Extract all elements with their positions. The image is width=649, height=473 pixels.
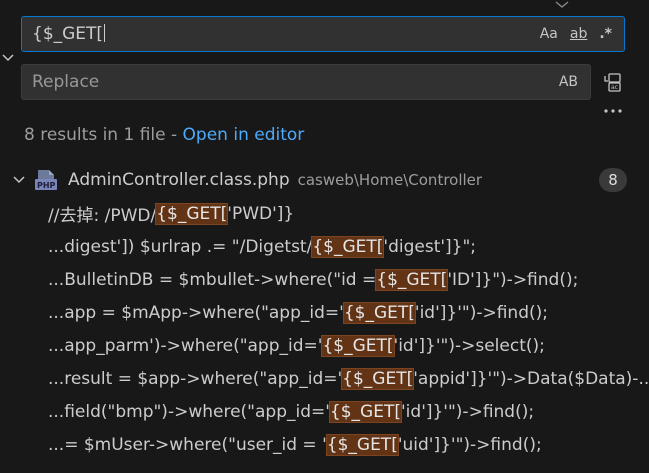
match-row[interactable]: ...result = $app->where("app_id=' {$_GET[…: [0, 362, 649, 395]
match-highlight: {$_GET[: [342, 301, 416, 324]
replace-all-button[interactable]: ac: [601, 70, 625, 94]
match-row[interactable]: ...= $mUser->where("user_id = ' {$_GET['u…: [0, 428, 649, 461]
match-context-after: 'PWD']}: [227, 203, 295, 224]
match-highlight: {$_GET[: [325, 433, 399, 456]
search-input-text[interactable]: {$_GET[: [22, 24, 540, 44]
match-count-badge: 8: [599, 168, 627, 192]
match-highlight: {$_GET[: [375, 268, 449, 291]
match-context-after: 'uid']}'")->find();: [397, 434, 542, 455]
match-context-before: ...= $mUser->where("user_id = ': [48, 434, 327, 455]
match-row[interactable]: //去掉: /PWD/{$_GET['PWD']}: [0, 197, 649, 230]
file-result-row[interactable]: PHP AdminController.class.php casweb\Hom…: [0, 166, 649, 194]
match-highlight: {$_GET[: [155, 202, 229, 225]
match-highlight: {$_GET[: [341, 367, 415, 390]
file-name: AdminController.class.php: [68, 170, 290, 190]
results-count-text: 8 results in 1 file -: [24, 125, 183, 145]
preserve-case-button[interactable]: AB: [559, 74, 578, 90]
match-context-before: ...result = $app->where("app_id=': [48, 368, 343, 389]
toggle-replace-button[interactable]: [0, 48, 16, 68]
text-caret: [104, 24, 106, 42]
open-in-editor-link[interactable]: Open in editor: [183, 125, 305, 145]
ellipsis-icon: [604, 109, 622, 113]
match-context-after: 'ID']}")->find();: [447, 269, 579, 290]
replace-placeholder: Replace: [32, 72, 100, 92]
match-row[interactable]: ...field("bmp")->where("app_id=' {$_GET['…: [0, 395, 649, 428]
match-case-button[interactable]: Aa: [540, 26, 558, 42]
match-context-after: 'id']}'")->select();: [393, 335, 545, 356]
match-context-before: ...app_parm')->where("app_id=': [48, 335, 323, 356]
replace-all-icon: ac: [604, 73, 621, 92]
more-actions-button[interactable]: [601, 104, 625, 118]
match-context-before: ...BulletinDB = $mbullet->where("id =: [48, 269, 377, 290]
chevron-down-icon: [2, 54, 14, 62]
search-query-value: {$_GET[: [32, 24, 104, 44]
match-context-after: 'appid']}'")->Data($Data)-...: [413, 368, 649, 389]
search-input[interactable]: {$_GET[ Aa ab .*: [21, 16, 625, 52]
match-whole-word-button[interactable]: ab: [570, 26, 587, 42]
match-context-before: ...digest']) $urlrap .= "/Digetst/: [48, 236, 313, 257]
match-row[interactable]: ...app = $mApp->where("app_id=' {$_GET['i…: [0, 296, 649, 329]
match-context-after: 'id']}'")->find();: [401, 401, 535, 422]
match-context-after: 'id']}'")->find();: [414, 302, 548, 323]
match-list: //去掉: /PWD/{$_GET['PWD']} ...digest']) $…: [0, 197, 649, 461]
chevron-down-icon[interactable]: [8, 175, 30, 185]
svg-text:PHP: PHP: [37, 181, 56, 190]
php-file-icon: PHP: [35, 170, 57, 190]
match-highlight: {$_GET[: [311, 235, 385, 258]
replace-input[interactable]: Replace AB: [21, 64, 591, 100]
file-path: casweb\Home\Controller: [297, 171, 483, 189]
match-context-before: ...field("bmp")->where("app_id=': [48, 401, 330, 422]
match-row[interactable]: ...BulletinDB = $mbullet->where("id = {$…: [0, 263, 649, 296]
use-regex-button[interactable]: .*: [599, 26, 612, 42]
match-row[interactable]: ...app_parm')->where("app_id=' {$_GET['id…: [0, 329, 649, 362]
results-summary: 8 results in 1 file - Open in editor: [24, 125, 304, 145]
match-context-before: ...app = $mApp->where("app_id=': [48, 302, 344, 323]
match-highlight: {$_GET[: [321, 334, 395, 357]
match-highlight: {$_GET[: [328, 400, 403, 423]
match-row[interactable]: ...digest']) $urlrap .= "/Digetst/{$_GET…: [0, 230, 649, 263]
match-context-before: //去掉: /PWD/: [48, 206, 157, 226]
match-context-after: 'digest']}";: [383, 236, 477, 257]
svg-text:ac: ac: [611, 84, 618, 91]
top-toolbar-fragment-icon: [555, 0, 569, 8]
